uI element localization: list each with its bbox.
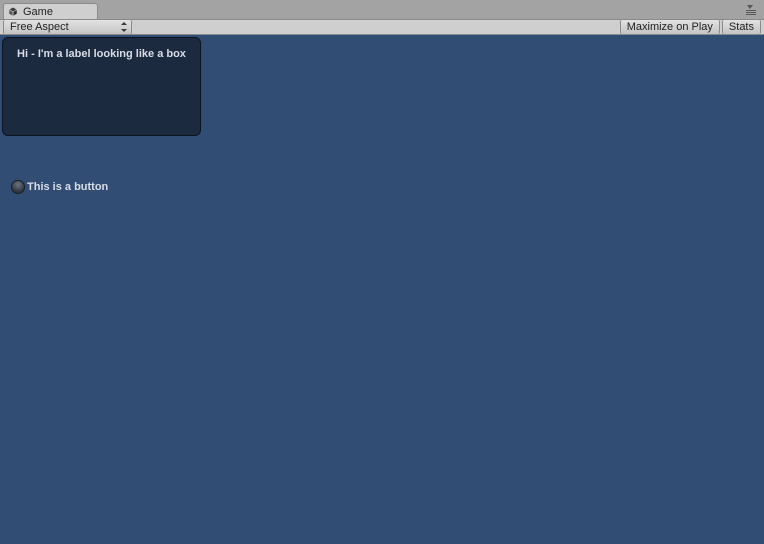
game-toolbar: Free Aspect Maximize on Play Stats [0, 19, 764, 35]
aspect-dropdown[interactable]: Free Aspect [3, 20, 132, 34]
aspect-dropdown-label: Free Aspect [10, 20, 69, 34]
unity-icon [7, 6, 19, 18]
gui-toggle[interactable]: This is a button [11, 180, 108, 194]
tab-title: Game [23, 6, 53, 18]
tab-game[interactable]: Game [3, 3, 98, 19]
tab-row: Game [0, 0, 764, 19]
gui-toggle-label: This is a button [27, 181, 108, 193]
gui-box-label: Hi - I'm a label looking like a box [3, 48, 200, 60]
gui-box: Hi - I'm a label looking like a box [2, 37, 201, 136]
maximize-on-play-label: Maximize on Play [627, 20, 713, 34]
maximize-on-play-button[interactable]: Maximize on Play [620, 20, 720, 34]
dropdown-arrows-icon [121, 22, 127, 32]
stats-button[interactable]: Stats [722, 20, 761, 34]
toolbar-spacer [132, 20, 620, 34]
game-viewport: Hi - I'm a label looking like a box This… [0, 35, 764, 544]
stats-label: Stats [729, 20, 754, 34]
toggle-icon [11, 180, 25, 194]
panel-menu-icon[interactable] [746, 5, 760, 15]
